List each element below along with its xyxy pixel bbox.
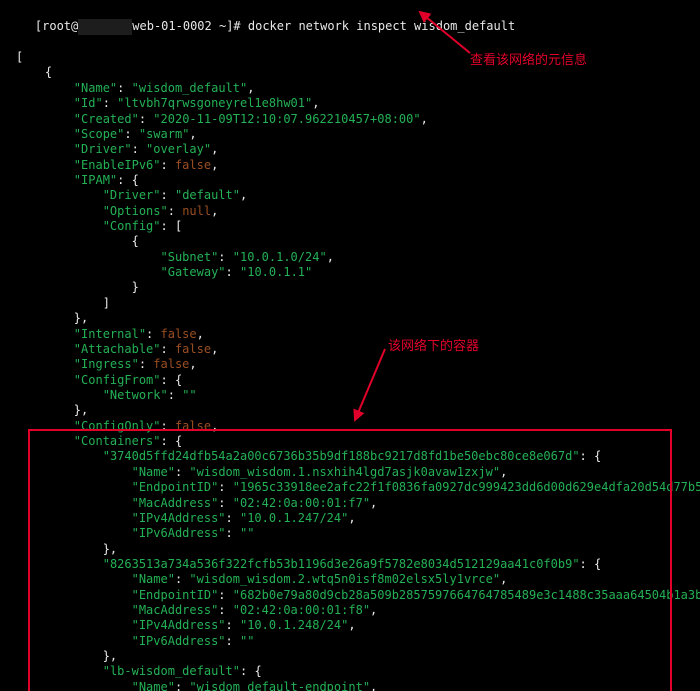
annotation-middle: 该网络下的容器 xyxy=(388,338,479,355)
ipam-options: null xyxy=(182,204,211,218)
net-id: ltvbh7qrwsgoneyrel1e8hw01 xyxy=(124,96,305,110)
net-ingress: false xyxy=(153,357,189,371)
net-internal: false xyxy=(161,327,197,341)
ipam-driver: default xyxy=(182,188,233,202)
command-text: docker network inspect wisdom_default xyxy=(248,19,515,33)
c3-name: wisdom_default-endpoint xyxy=(197,680,363,691)
net-scope: swarm xyxy=(146,127,182,141)
json-output: [ { "Name": "wisdom_default", "Id": "ltv… xyxy=(6,50,694,691)
net-attachable: false xyxy=(175,342,211,356)
prompt-prefix: [root@ xyxy=(35,19,78,33)
net-created: 2020-11-09T12:10:07.962210457+08:00 xyxy=(161,112,414,126)
c2-ipv4: 10.0.1.248/24 xyxy=(247,618,341,632)
c3-id: lb-wisdom_default xyxy=(110,664,233,678)
ipam-gateway: 10.0.1.1 xyxy=(247,265,305,279)
c2-id: 8263513a734a536f322fcfb53b1196d3e26a9f57… xyxy=(110,557,572,571)
annotation-top: 查看该网络的元信息 xyxy=(470,52,587,69)
host-tail: web-01-0002 xyxy=(132,19,211,33)
c1-name: wisdom_wisdom.1.nsxhih4lgd7asjk0avaw1zxj… xyxy=(197,465,493,479)
c2-mac: 02:42:0a:00:01:f8 xyxy=(240,603,363,617)
net-name: wisdom_default xyxy=(139,81,240,95)
c1-ipv4: 10.0.1.247/24 xyxy=(247,511,341,525)
c2-name: wisdom_wisdom.2.wtq5n0isf8m02elsx5ly1vrc… xyxy=(197,572,493,586)
net-configonly: false xyxy=(175,419,211,433)
prompt-cwd: ~]# xyxy=(212,19,248,33)
host-redacted xyxy=(78,19,132,34)
c1-endpoint: 1965c33918ee2afc22f1f0836fa0927dc999423d… xyxy=(240,480,700,494)
prompt-line[interactable]: [root@ web-01-0002 ~]# docker network in… xyxy=(6,4,694,50)
c2-endpoint: 682b0e79a80d9cb28a509b285759766476478548… xyxy=(240,588,700,602)
net-driver: overlay xyxy=(153,142,204,156)
ipam-subnet: 10.0.1.0/24 xyxy=(240,250,319,264)
c1-id: 3740d5ffd24dfb54a2a00c6736b35b9df188bc92… xyxy=(110,449,572,463)
terminal-window: [root@ web-01-0002 ~]# docker network in… xyxy=(0,0,700,691)
net-enableipv6: false xyxy=(175,158,211,172)
c1-mac: 02:42:0a:00:01:f7 xyxy=(240,496,363,510)
